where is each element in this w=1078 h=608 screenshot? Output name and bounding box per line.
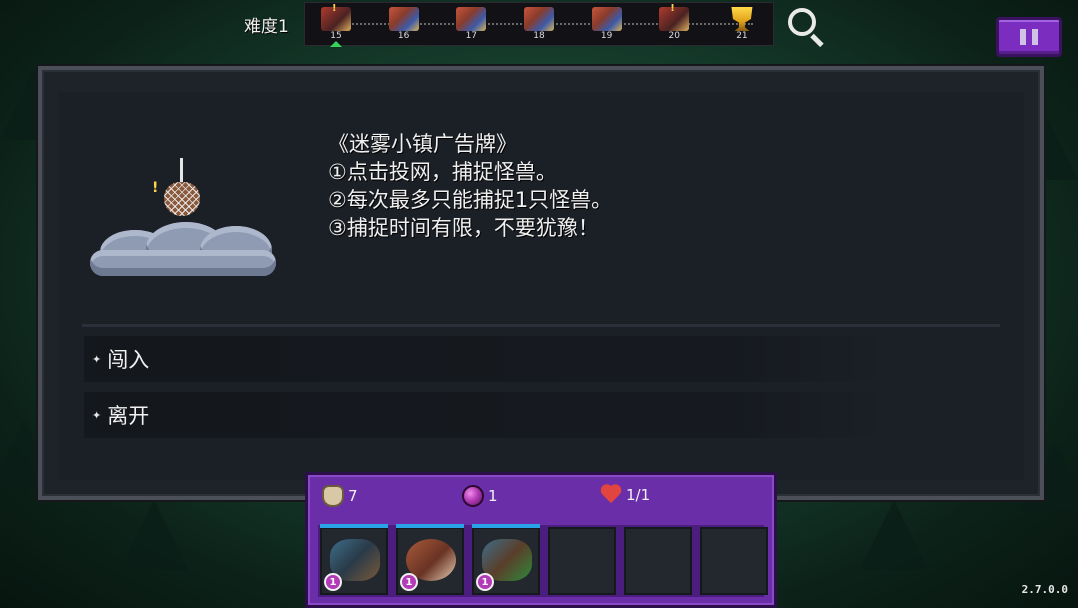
level-badge: 1 bbox=[476, 573, 494, 591]
stage-number: 18 bbox=[533, 31, 545, 41]
level-badge: 1 bbox=[324, 573, 342, 591]
monster-slot-2[interactable]: 1 bbox=[396, 524, 464, 595]
sign-line-2: ②每次最多只能捕捉1只怪兽。 bbox=[328, 188, 613, 212]
potion-stat: 7 bbox=[322, 485, 358, 507]
stage-node-20[interactable]: ! 20 bbox=[657, 3, 691, 44]
net-trap-illustration: ! bbox=[90, 152, 280, 292]
stage-node-16[interactable]: 16 bbox=[387, 4, 421, 44]
tree-decoration bbox=[860, 500, 928, 570]
sign-description: 《迷雾小镇广告牌》 ①点击投网，捕捉怪兽。 ②每次最多只能捕捉1只怪兽。 ③捕捉… bbox=[328, 130, 928, 242]
party-icon bbox=[388, 7, 419, 31]
stage-number: 21 bbox=[736, 31, 748, 41]
option-leave-button[interactable]: ✦ 离开 bbox=[84, 392, 890, 438]
tree-decoration bbox=[120, 500, 188, 570]
potion-count: 7 bbox=[348, 487, 358, 505]
sign-line-1: ①点击投网，捕捉怪兽。 bbox=[328, 160, 557, 184]
monster-slot-3[interactable]: 1 bbox=[472, 524, 540, 595]
health-count: 1/1 bbox=[626, 486, 651, 504]
cloud-icon bbox=[90, 250, 276, 276]
option-enter-button[interactable]: ✦ 闯入 bbox=[84, 336, 890, 382]
stage-number: 15 bbox=[330, 31, 342, 41]
pause-icon bbox=[1020, 29, 1026, 45]
stage-node-17[interactable]: 17 bbox=[454, 4, 488, 44]
orb-count: 1 bbox=[488, 487, 498, 505]
net-icon bbox=[164, 182, 200, 216]
stage-node-21[interactable]: 21 bbox=[725, 4, 759, 44]
party-icon bbox=[591, 7, 622, 31]
party-icon bbox=[523, 7, 554, 31]
orb-stat: 1 bbox=[462, 485, 498, 507]
bullet-icon: ✦ bbox=[92, 352, 102, 366]
trophy-icon bbox=[731, 7, 753, 31]
difficulty-label: 难度1 bbox=[244, 16, 289, 37]
health-stat: 1/1 bbox=[600, 485, 650, 505]
stage-number: 16 bbox=[397, 31, 410, 41]
dialog-divider bbox=[82, 324, 1000, 327]
stage-number: 20 bbox=[668, 31, 680, 41]
sign-title: 《迷雾小镇广告牌》 bbox=[328, 132, 517, 156]
version-label: 2.7.0.0 bbox=[1021, 583, 1068, 596]
stage-node-15[interactable]: ! 15 bbox=[319, 3, 353, 47]
alert-icon: ! bbox=[152, 180, 159, 196]
magnifier-handle bbox=[810, 33, 824, 48]
monster-slots: 1 1 1 bbox=[318, 524, 768, 597]
stage-track: ! 15 16 17 18 19 ! 20 21 bbox=[304, 2, 774, 47]
event-dialog: ! 《迷雾小镇广告牌》 ①点击投网，捕捉怪兽。 ②每次最多只能捕捉1只怪兽。 ③… bbox=[38, 66, 1044, 500]
party-icon bbox=[456, 7, 487, 31]
pause-button[interactable] bbox=[996, 17, 1062, 57]
option-label: 离开 bbox=[107, 404, 150, 428]
search-button[interactable] bbox=[784, 4, 828, 48]
stage-node-18[interactable]: 18 bbox=[522, 4, 556, 44]
heart-icon bbox=[600, 485, 622, 505]
stage-node-19[interactable]: 19 bbox=[590, 4, 624, 44]
orb-icon bbox=[462, 485, 484, 507]
option-label: 闯入 bbox=[107, 348, 150, 372]
monster-slot-1[interactable]: 1 bbox=[320, 524, 388, 595]
inventory-panel: 7 1 1/1 1 1 1 bbox=[305, 472, 777, 608]
monster-slot-4[interactable] bbox=[548, 527, 616, 595]
stage-number: 19 bbox=[600, 31, 613, 41]
stage-progress-bar: 难度1 ! 15 16 17 18 19 ! 20 21 bbox=[238, 2, 786, 47]
pause-icon bbox=[1032, 29, 1038, 45]
stage-alert-icon: ! bbox=[670, 3, 675, 14]
dialog-content: ! 《迷雾小镇广告牌》 ①点击投网，捕捉怪兽。 ②每次最多只能捕捉1只怪兽。 ③… bbox=[58, 92, 1024, 480]
resource-stats: 7 1 1/1 bbox=[308, 475, 774, 519]
potion-icon bbox=[322, 485, 344, 507]
stage-number: 17 bbox=[465, 31, 478, 41]
bullet-icon: ✦ bbox=[92, 408, 102, 422]
monster-slot-6[interactable] bbox=[700, 527, 768, 595]
monster-slot-5[interactable] bbox=[624, 527, 692, 595]
stage-alert-icon: ! bbox=[332, 3, 337, 14]
level-badge: 1 bbox=[400, 573, 418, 591]
sign-line-3: ③捕捉时间有限，不要犹豫！ bbox=[328, 216, 599, 240]
magnifier-icon bbox=[788, 8, 816, 36]
